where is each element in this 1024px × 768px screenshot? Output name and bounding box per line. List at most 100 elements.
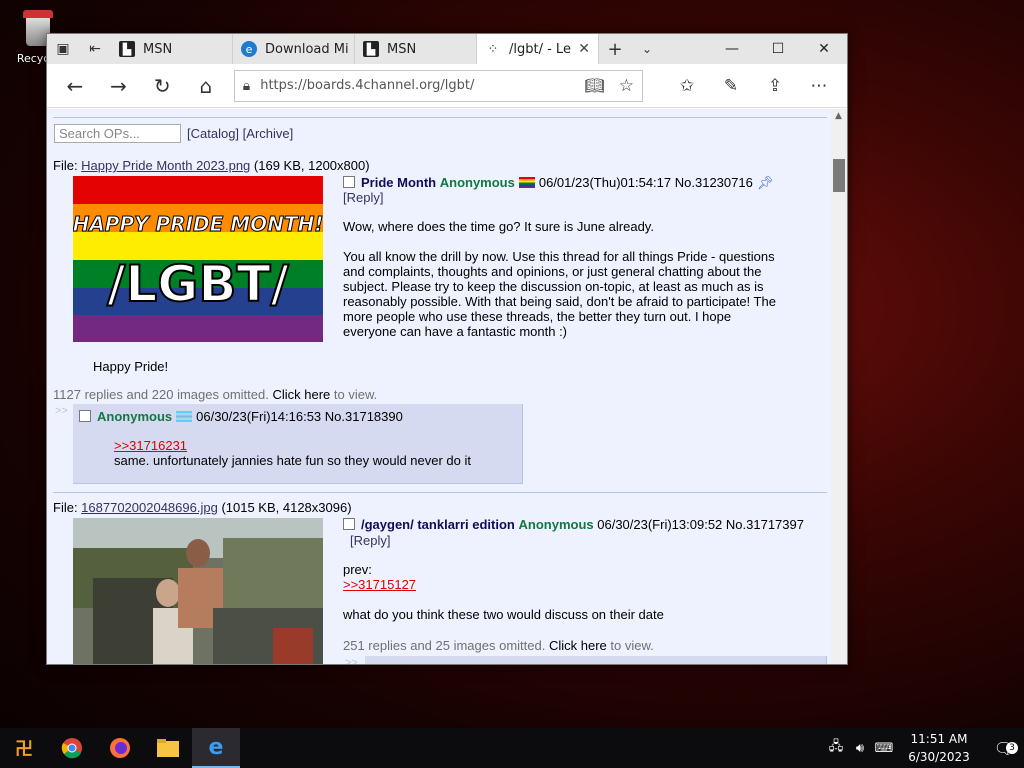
op-post: Pride Month Anonymous 06/01/23(Thu)01:54:… bbox=[343, 175, 783, 339]
omitted-suffix: to view. bbox=[610, 638, 654, 653]
reply-arrow: >> bbox=[55, 405, 68, 417]
notification-count: 3 bbox=[1006, 741, 1018, 754]
ime-icon[interactable]: ⌨︎ bbox=[872, 741, 896, 756]
thread-image-photo[interactable] bbox=[73, 518, 323, 664]
catalog-link[interactable]: [Catalog] bbox=[187, 126, 239, 141]
tab-msn-1[interactable]: ▙ MSN bbox=[111, 34, 233, 64]
archive-link[interactable]: [Archive] bbox=[243, 126, 294, 141]
address-bar[interactable]: 🔒︎ https://boards.4channel.org/lgbt/ 📖︎ … bbox=[233, 69, 643, 102]
clock-date: 6/30/2023 bbox=[908, 750, 970, 764]
tab-label: MSN bbox=[387, 41, 417, 57]
quote-link[interactable]: >>31716231 bbox=[114, 438, 187, 453]
firefox-icon[interactable] bbox=[96, 728, 144, 768]
window-controls: — ☐ ✕ bbox=[709, 34, 847, 64]
flag-icon bbox=[176, 411, 193, 422]
omitted-suffix: to view. bbox=[333, 387, 378, 402]
edge-browser-window: ▣ ⇤ ▙ MSN e Download Mi ▙ MSN ⁘ /lgbt/ -… bbox=[46, 33, 848, 665]
tab-msn-2[interactable]: ▙ MSN bbox=[355, 34, 477, 64]
pen-icon[interactable]: ✎ bbox=[709, 69, 753, 103]
post-checkbox[interactable] bbox=[343, 176, 355, 188]
divider bbox=[53, 117, 827, 118]
tab-label: MSN bbox=[143, 41, 173, 57]
reply-link[interactable]: [Reply] bbox=[350, 533, 823, 548]
quote-link[interactable]: >>31715127 bbox=[343, 577, 823, 592]
reply-post-partial bbox=[365, 656, 827, 664]
tab-lgbt[interactable]: ⁘ /lgbt/ - Le ✕ bbox=[477, 34, 599, 64]
reply-name: Anonymous bbox=[97, 409, 173, 424]
close-tab-icon[interactable]: ✕ bbox=[578, 41, 590, 57]
post-datetime: 06/30/23(Fri)13:09:52 bbox=[597, 517, 723, 532]
refresh-button[interactable]: ↻ bbox=[140, 69, 184, 103]
home-button[interactable]: ⌂ bbox=[184, 69, 228, 103]
reply-link[interactable]: [Reply] bbox=[343, 190, 783, 205]
share-icon[interactable]: ⇪ bbox=[753, 69, 797, 103]
omitted-text: 251 replies and 25 images omitted. bbox=[343, 638, 546, 653]
4chan-icon: ⁘ bbox=[487, 41, 499, 57]
file-meta: (169 KB, 1200x800) bbox=[253, 158, 370, 173]
page-scrollbar[interactable]: ▲ bbox=[831, 109, 847, 664]
edge-taskbar-icon[interactable]: e bbox=[192, 728, 240, 768]
msn-icon: ▙ bbox=[363, 41, 379, 57]
post-number[interactable]: No.31717397 bbox=[726, 517, 804, 532]
image-big-text: /LGBT/ bbox=[107, 255, 289, 313]
taskbar: 卍 e 🖧︎ 🔊︎ ⌨︎ 11:51 AM 6/30/2023 🗨︎ 3 bbox=[0, 728, 1024, 768]
edge-icon: e bbox=[241, 41, 257, 57]
forward-button[interactable]: → bbox=[97, 69, 141, 103]
maximize-button[interactable]: ☐ bbox=[755, 34, 801, 64]
more-icon[interactable]: ⋯ bbox=[797, 69, 841, 103]
post-info: Pride Month Anonymous 06/01/23(Thu)01:54:… bbox=[343, 175, 783, 190]
notification-icon[interactable]: 🗨︎ 3 bbox=[984, 739, 1024, 758]
clock[interactable]: 11:51 AM 6/30/2023 bbox=[904, 730, 974, 766]
tab-download[interactable]: e Download Mi bbox=[233, 34, 355, 64]
sticky-pin-icon: 📌︎ bbox=[756, 175, 774, 190]
post-paragraph: You all know the drill by now. Use this … bbox=[343, 249, 776, 339]
tab-actions-icon[interactable]: ▣ bbox=[47, 34, 79, 64]
reply-datetime: 06/30/23(Fri)14:16:53 bbox=[196, 409, 322, 424]
clock-time: 11:51 AM bbox=[910, 732, 968, 746]
chrome-icon[interactable] bbox=[48, 728, 96, 768]
volume-icon[interactable]: 🔊︎ bbox=[848, 741, 872, 756]
click-here-link[interactable]: Click here bbox=[549, 638, 607, 653]
poster-name: Anonymous bbox=[518, 517, 594, 532]
post-prev-label: prev: bbox=[343, 562, 372, 577]
tab-label: /lgbt/ - Le bbox=[509, 41, 571, 57]
reply-arrow: >> bbox=[345, 657, 358, 665]
reply-info: Anonymous 06/30/23(Fri)14:16:53 No.317183… bbox=[79, 409, 403, 424]
reply-number[interactable]: No.31718390 bbox=[325, 409, 403, 424]
network-icon[interactable]: 🖧︎ bbox=[824, 737, 848, 759]
new-tab-button[interactable]: + bbox=[599, 34, 631, 64]
click-here-link[interactable]: Click here bbox=[272, 387, 330, 402]
file-link[interactable]: Happy Pride Month 2023.png bbox=[81, 158, 250, 173]
post-text: what do you think these two would discus… bbox=[343, 607, 664, 622]
file-explorer-icon[interactable] bbox=[144, 728, 192, 768]
file-prefix: File: bbox=[53, 158, 82, 173]
search-ops-input[interactable]: Search OPs... bbox=[54, 124, 181, 143]
post-subject: /gaygen/ tanklarri edition bbox=[361, 517, 515, 532]
tab-label: Download Mi bbox=[265, 41, 349, 57]
post-number[interactable]: No.31230716 bbox=[675, 175, 753, 190]
reply-checkbox[interactable] bbox=[79, 410, 91, 422]
omitted-summary: 251 replies and 25 images omitted. Click… bbox=[343, 638, 654, 653]
browser-tools: ✩ ✎ ⇪ ⋯ bbox=[665, 69, 841, 103]
back-button[interactable]: ← bbox=[53, 69, 97, 103]
omitted-text: 1127 replies and 220 images omitted. bbox=[53, 387, 269, 402]
file-link[interactable]: 1687702002048696.jpg bbox=[81, 500, 218, 515]
reading-view-icon[interactable]: 📖︎ bbox=[584, 76, 604, 95]
set-aside-tabs-icon[interactable]: ⇤ bbox=[79, 34, 111, 64]
page-content: Search OPs... [Catalog] [Archive] File: … bbox=[47, 109, 833, 665]
close-window-button[interactable]: ✕ bbox=[801, 34, 847, 64]
minimize-button[interactable]: — bbox=[709, 34, 755, 64]
thread-image-pride[interactable]: HAPPY PRIDE MONTH! /LGBT/ bbox=[72, 176, 324, 342]
reply-post: Anonymous 06/30/23(Fri)14:16:53 No.317183… bbox=[73, 404, 523, 484]
scrollbar-thumb[interactable] bbox=[833, 159, 845, 192]
url-text: https://boards.4channel.org/lgbt/ bbox=[260, 78, 475, 93]
msn-icon: ▙ bbox=[119, 41, 135, 57]
tab-list-chevron-icon[interactable]: ⌄ bbox=[631, 34, 663, 64]
file-info: File: Happy Pride Month 2023.png (169 KB… bbox=[53, 158, 370, 173]
scroll-up-icon[interactable]: ▲ bbox=[835, 111, 842, 121]
favorite-star-icon[interactable]: ☆ bbox=[619, 76, 634, 96]
post-checkbox[interactable] bbox=[343, 518, 355, 530]
post-subject: Pride Month bbox=[361, 175, 437, 190]
start-app-icon[interactable]: 卍 bbox=[0, 728, 48, 768]
favorites-icon[interactable]: ✩ bbox=[665, 69, 709, 103]
